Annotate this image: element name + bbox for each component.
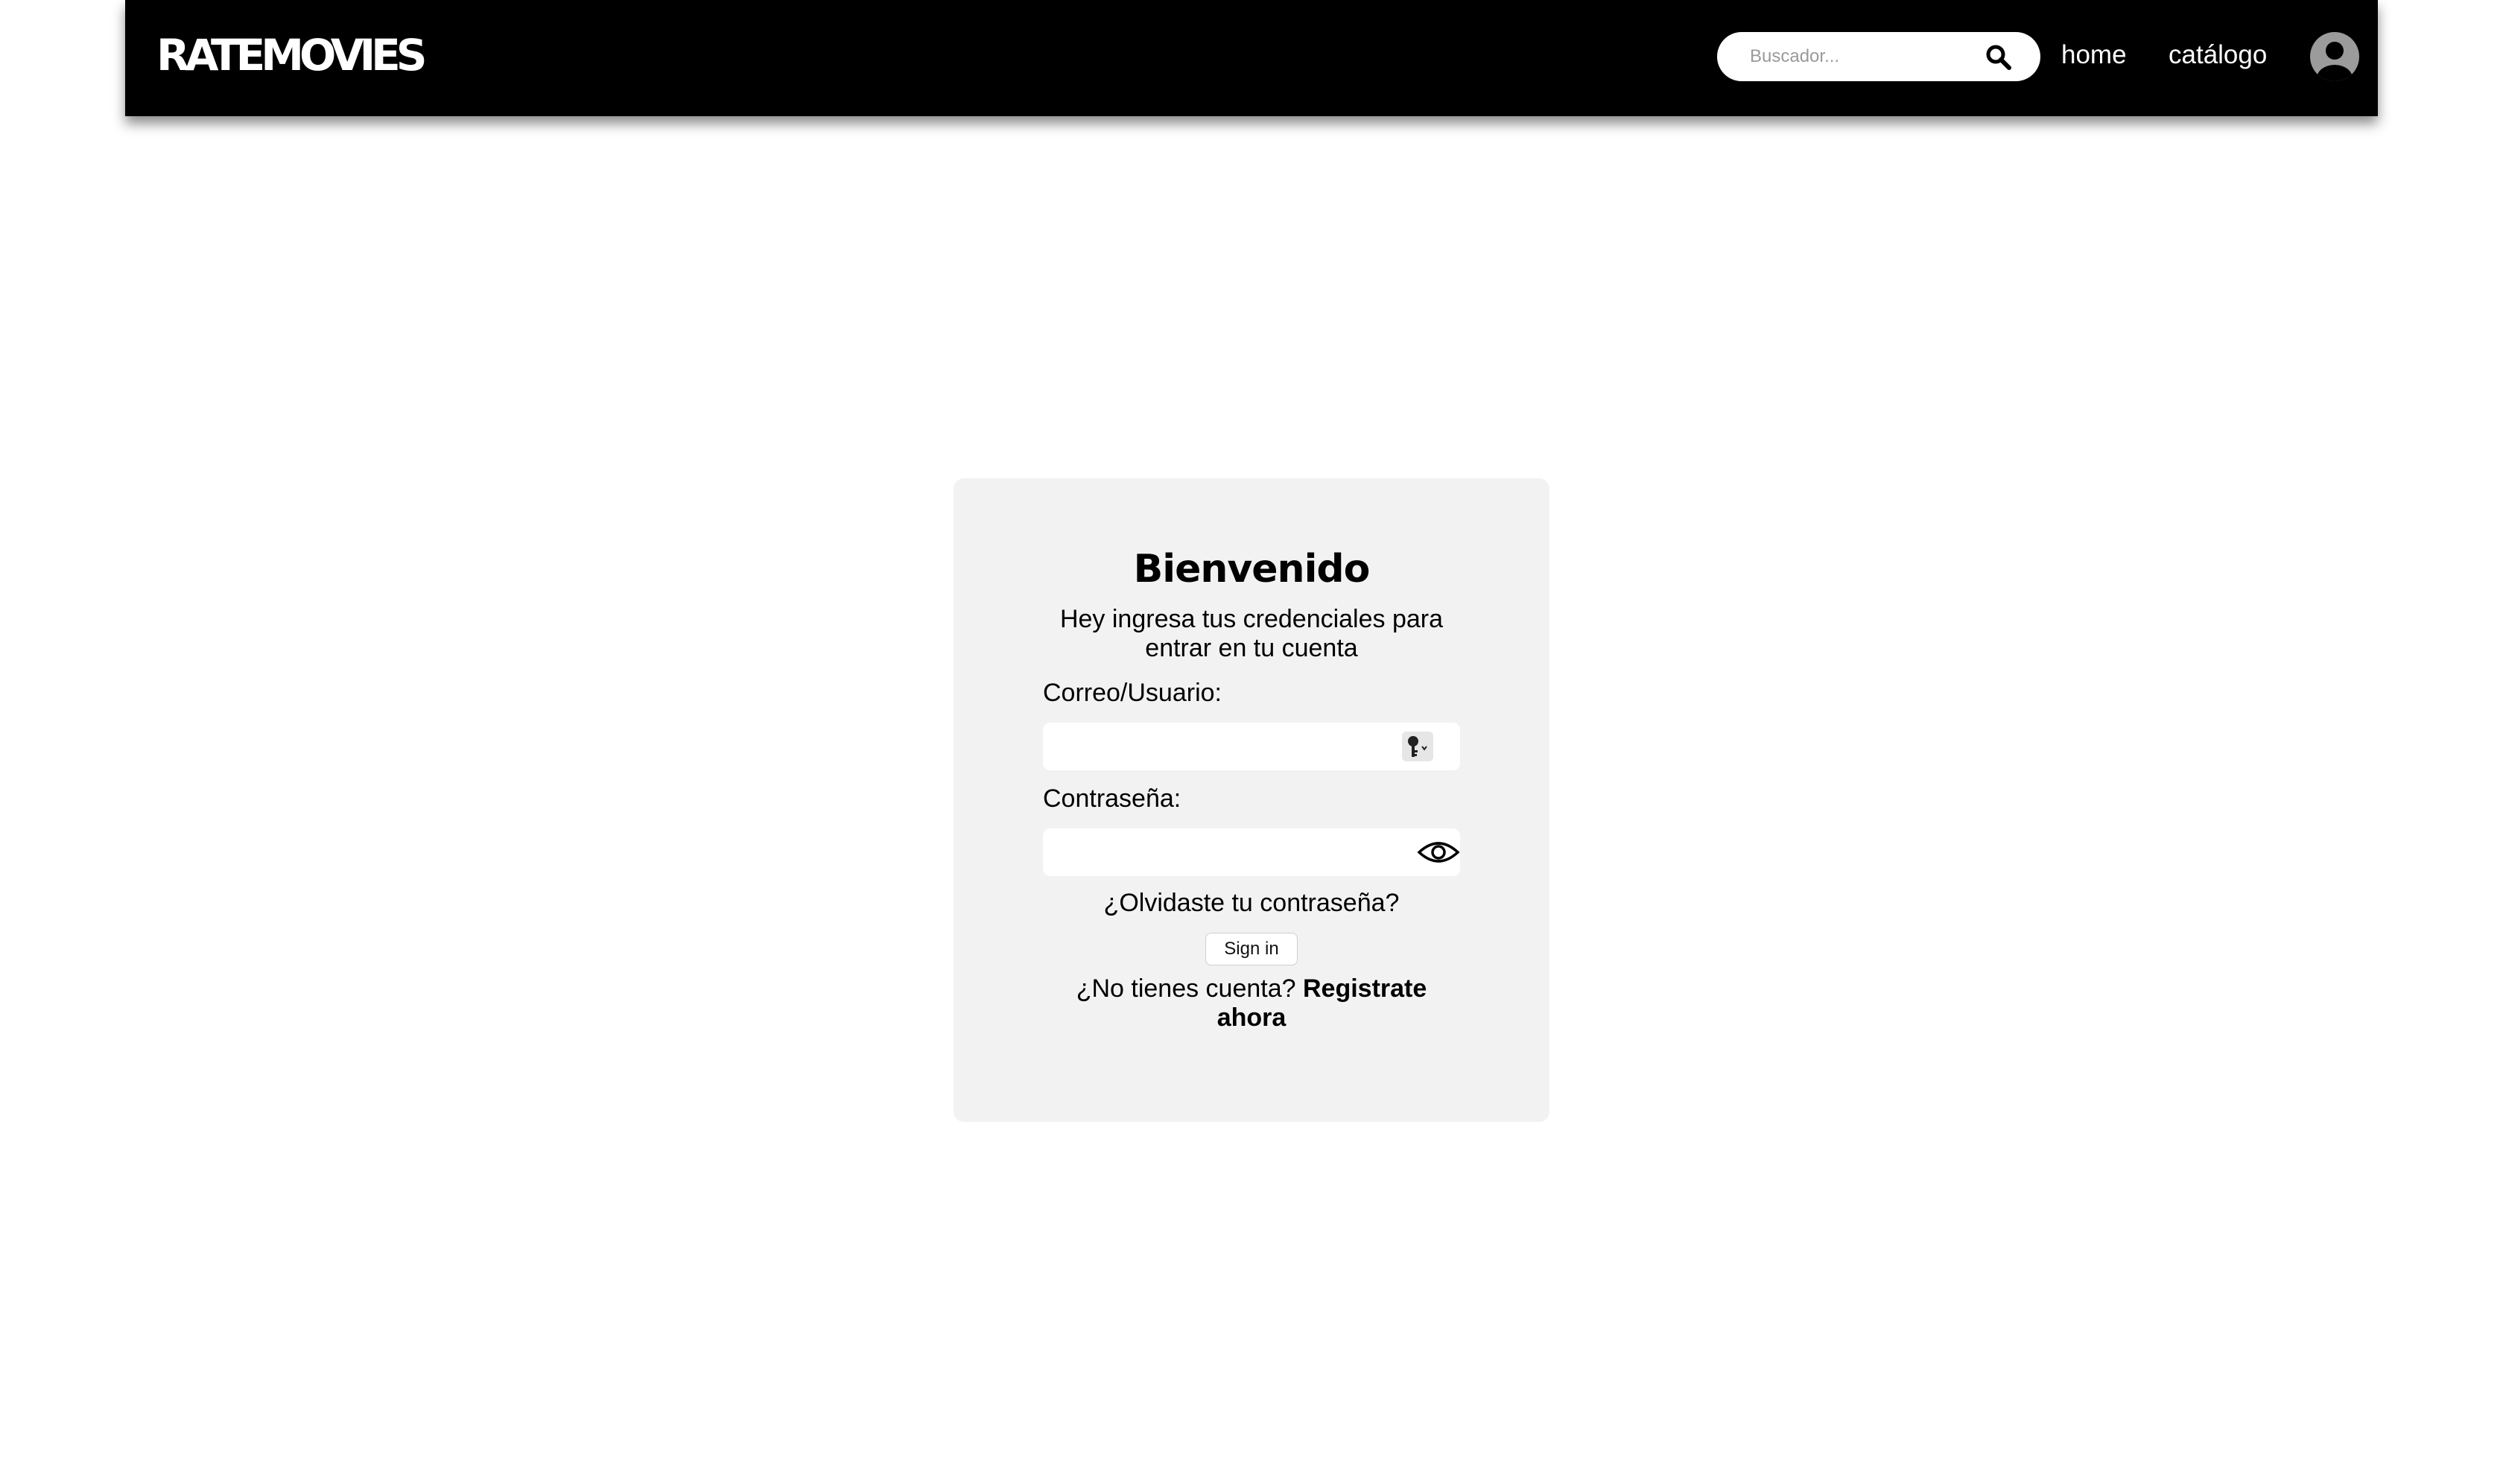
forgot-password-link[interactable]: ¿Olvidaste tu contraseña?: [954, 887, 1549, 919]
register-line: ¿No tienes cuenta? Registrate ahora: [1050, 974, 1453, 1033]
login-title: Bienvenido: [1133, 547, 1371, 592]
login-subtitle: Hey ingresa tus credenciales para entrar…: [1059, 605, 1444, 662]
site-logo[interactable]: RATEMOVIES: [156, 28, 428, 82]
user-avatar-icon[interactable]: [2310, 32, 2359, 81]
user-field: [1043, 723, 1460, 770]
password-field: [1043, 828, 1460, 876]
nav-home-link[interactable]: home: [2061, 36, 2127, 74]
search-icon[interactable]: [1985, 44, 2012, 71]
user-input[interactable]: [1043, 723, 1421, 770]
key-icon[interactable]: [1402, 732, 1433, 761]
register-prompt: ¿No tienes cuenta?: [1076, 974, 1296, 1003]
sign-in-button[interactable]: Sign in: [1205, 933, 1298, 965]
password-label: Contraseña:: [1043, 784, 1181, 813]
eye-icon[interactable]: [1417, 836, 1460, 869]
page: RATEMOVIES home catálogo: [0, 0, 2503, 1484]
search-input[interactable]: [1748, 45, 1975, 68]
password-input[interactable]: [1043, 828, 1421, 876]
login-card: Bienvenido Hey ingresa tus credenciales …: [954, 478, 1549, 1122]
nav-catalog-link[interactable]: catálogo: [2169, 36, 2267, 74]
navbar: RATEMOVIES home catálogo: [125, 0, 2378, 116]
search-bar: [1717, 32, 2040, 81]
user-label: Correo/Usuario:: [1043, 679, 1222, 707]
